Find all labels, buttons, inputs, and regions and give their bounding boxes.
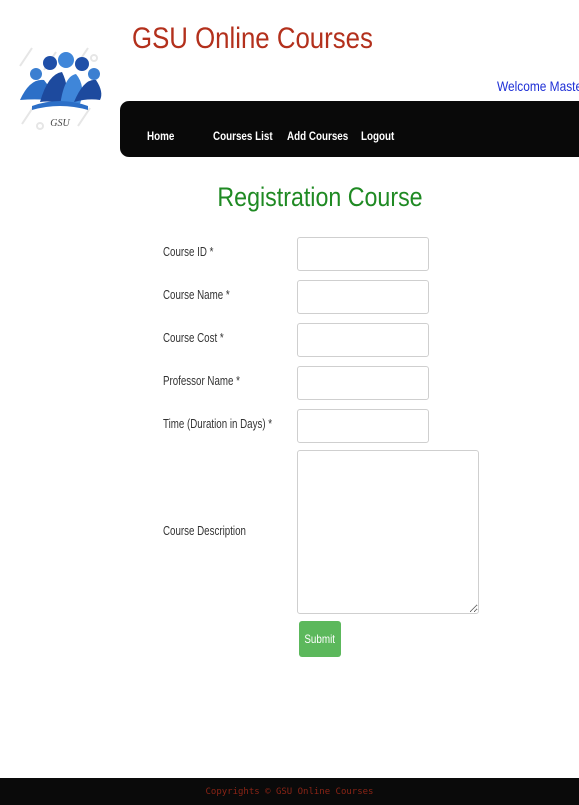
duration-input[interactable]: [297, 409, 429, 443]
nav-home[interactable]: Home: [147, 129, 174, 143]
professor-name-label: Professor Name *: [163, 374, 240, 388]
course-name-label: Course Name *: [163, 288, 230, 302]
duration-label: Time (Duration in Days) *: [163, 417, 273, 431]
nav-courses-list[interactable]: Courses List: [213, 129, 273, 143]
submit-button[interactable]: Submit: [299, 621, 341, 657]
course-cost-input[interactable]: [297, 323, 429, 357]
professor-name-input[interactable]: [297, 366, 429, 400]
nav-logout[interactable]: Logout: [361, 129, 394, 143]
course-description-textarea[interactable]: [297, 450, 479, 614]
course-cost-label: Course Cost *: [163, 331, 224, 345]
course-description-label: Course Description: [163, 524, 246, 538]
site-title: GSU Online Courses: [132, 22, 373, 55]
nav-add-courses[interactable]: Add Courses: [287, 129, 348, 143]
footer: Copyrights © GSU Online Courses: [0, 778, 579, 805]
submit-label: Submit: [304, 632, 336, 646]
course-name-input[interactable]: [297, 280, 429, 314]
form-heading: Registration Course: [217, 182, 423, 212]
course-id-input[interactable]: [297, 237, 429, 271]
footer-copyright: Copyrights © GSU Online Courses: [205, 787, 374, 797]
course-id-label: Course ID *: [163, 245, 214, 259]
gsu-logo: GSU: [19, 47, 102, 130]
welcome-message[interactable]: Welcome Master: [497, 78, 579, 94]
main-navbar: Home Courses List Add Courses Logout: [120, 101, 579, 157]
logo-text: GSU: [50, 118, 70, 129]
